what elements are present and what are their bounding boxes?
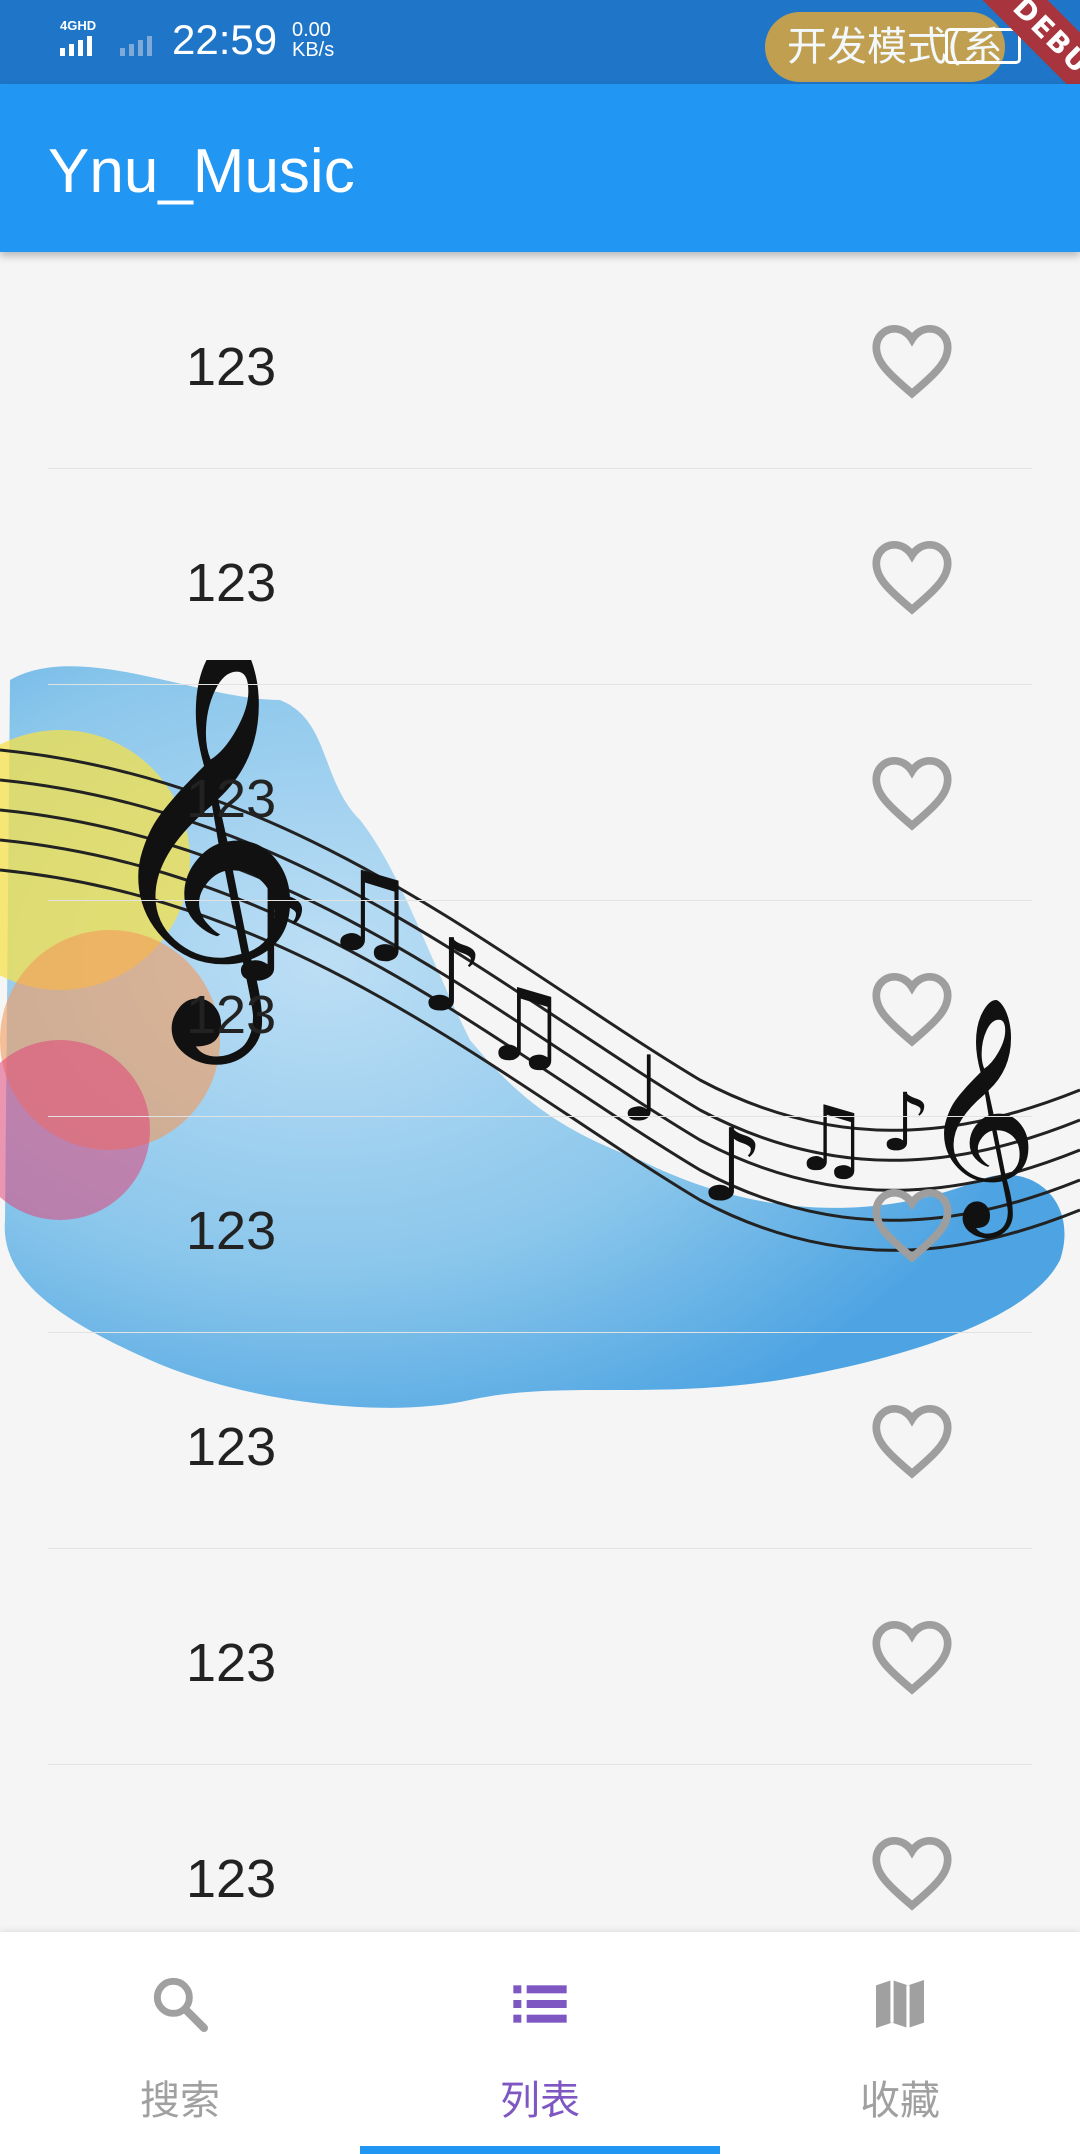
battery-icon — [945, 28, 1021, 64]
favorite-heart-icon[interactable] — [870, 754, 954, 832]
nav-label: 列表 — [500, 2078, 580, 2124]
favorite-heart-icon[interactable] — [870, 1834, 954, 1912]
list-item[interactable]: 123 — [48, 1116, 1032, 1333]
song-title: 123 — [186, 1417, 277, 1477]
song-title: 123 — [186, 1201, 277, 1261]
network-type: 4GHD — [60, 18, 96, 33]
favorite-heart-icon[interactable] — [870, 538, 954, 616]
song-title: 123 — [186, 1633, 277, 1693]
song-title: 123 — [186, 1849, 277, 1909]
clock: 22:59 — [172, 16, 278, 63]
song-title: 123 — [186, 553, 277, 613]
signal-icon: 4GHD — [60, 18, 160, 62]
song-title: 123 — [186, 769, 277, 829]
list-item[interactable]: 123 — [48, 684, 1032, 901]
nav-label: 收藏 — [860, 2078, 940, 2124]
nav-item-search[interactable]: 搜索 — [0, 1932, 360, 2154]
list-item[interactable]: 123 — [48, 1332, 1032, 1549]
list-item[interactable]: 123 — [48, 900, 1032, 1117]
speed-value: 0.00 — [292, 19, 331, 41]
list-item[interactable]: 123 — [48, 1548, 1032, 1765]
list-item[interactable]: 123 — [48, 1764, 1032, 1932]
favorite-heart-icon[interactable] — [870, 1186, 954, 1264]
nav-label: 搜索 — [140, 2078, 220, 2124]
network-speed: 0.00 KB/s — [292, 20, 334, 60]
nav-item-favorites[interactable]: 收藏 — [720, 1932, 1080, 2154]
speed-unit: KB/s — [292, 39, 335, 61]
map-icon — [876, 1980, 924, 2028]
status-bar: 4GHD 22:59 0.00 KB/s 开发模式(系 — [0, 0, 1080, 84]
song-title: 123 — [186, 985, 277, 1045]
favorite-heart-icon[interactable] — [870, 1618, 954, 1696]
active-tab-indicator — [360, 2146, 720, 2154]
list-icon — [513, 1985, 567, 2023]
bottom-navigation: 搜索 列表 收藏 — [0, 1932, 1080, 2154]
search-icon — [153, 1977, 208, 2032]
favorite-heart-icon[interactable] — [870, 1402, 954, 1480]
song-title: 123 — [186, 337, 277, 397]
app-bar: Ynu_Music — [0, 84, 1080, 252]
favorite-heart-icon[interactable] — [870, 322, 954, 400]
song-list[interactable]: 123 123 123 123 123 123 123 123 — [0, 252, 1080, 1932]
list-item[interactable]: 123 — [48, 468, 1032, 685]
page-title: Ynu_Music — [48, 137, 355, 206]
favorite-heart-icon[interactable] — [870, 970, 954, 1048]
list-item[interactable]: 123 — [48, 252, 1032, 469]
nav-item-list[interactable]: 列表 — [360, 1932, 720, 2154]
